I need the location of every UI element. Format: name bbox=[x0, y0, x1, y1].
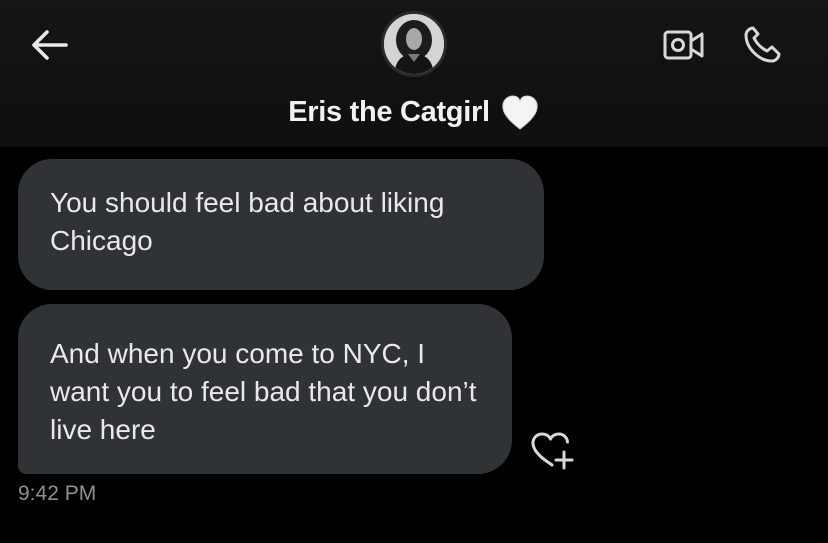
message-timestamp: 9:42 PM bbox=[18, 482, 97, 505]
add-reaction-button[interactable] bbox=[528, 430, 576, 472]
message-bubble[interactable]: And when you come to NYC, I want you to … bbox=[18, 304, 512, 474]
avatar[interactable] bbox=[381, 11, 447, 77]
message-text: You should feel bad about liking Chicago bbox=[50, 187, 445, 256]
conversation-header: Eris the Catgirl bbox=[0, 0, 828, 147]
phone-call-button[interactable] bbox=[741, 24, 785, 66]
message-text: And when you come to NYC, I want you to … bbox=[50, 338, 477, 445]
back-button[interactable] bbox=[28, 26, 70, 64]
heart-plus-icon bbox=[531, 432, 574, 470]
arrow-left-icon bbox=[32, 30, 68, 60]
white-heart-emoji bbox=[502, 95, 538, 130]
phone-icon bbox=[744, 26, 781, 63]
video-camera-icon bbox=[663, 30, 704, 60]
message-bubble[interactable]: You should feel bad about liking Chicago bbox=[18, 159, 544, 290]
avatar-portrait bbox=[384, 14, 444, 74]
contact-title[interactable]: Eris the Catgirl bbox=[0, 90, 828, 134]
video-call-button[interactable] bbox=[662, 28, 706, 62]
contact-name: Eris the Catgirl bbox=[288, 95, 490, 128]
